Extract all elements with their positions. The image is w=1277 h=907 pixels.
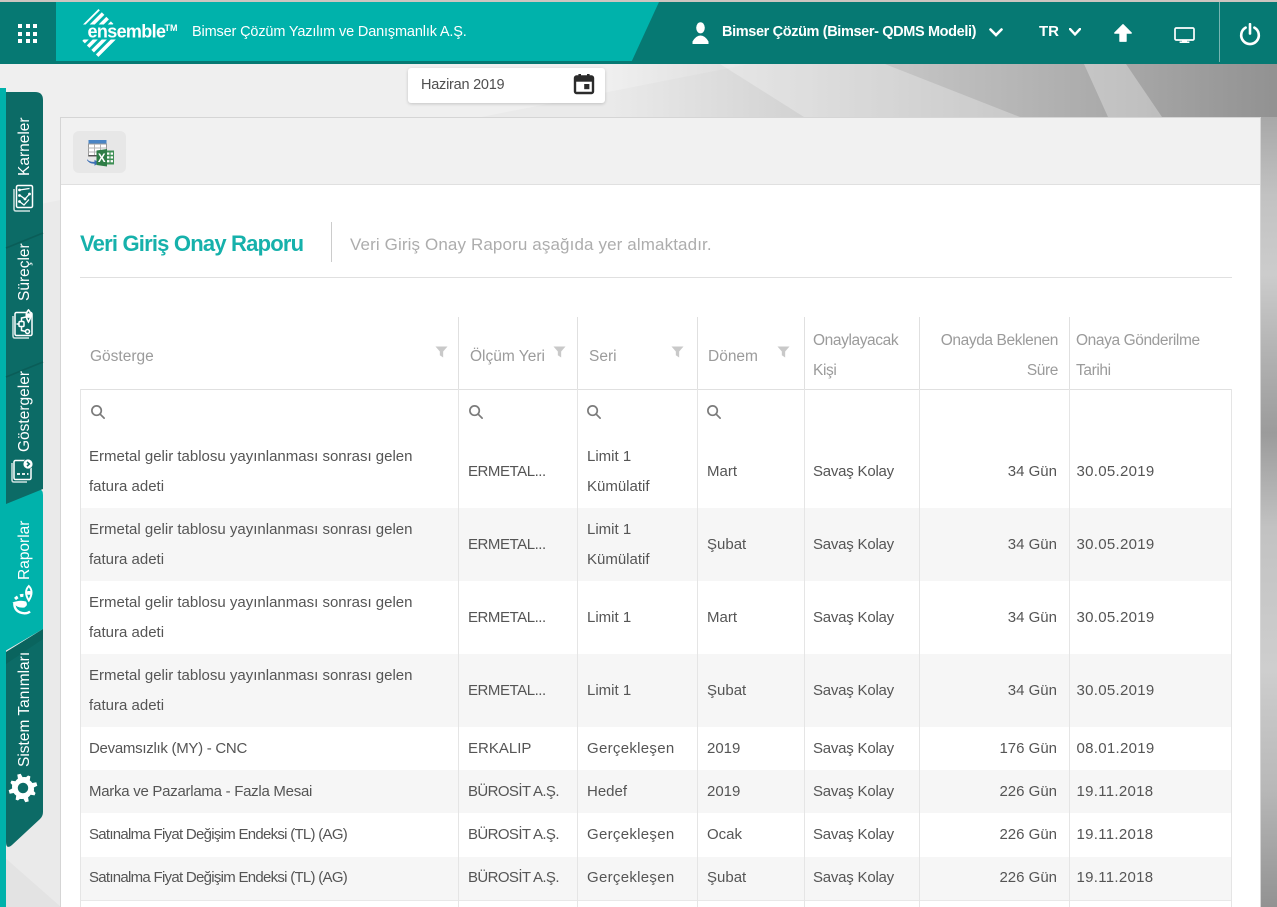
svg-text:Göstergeler: Göstergeler — [16, 371, 33, 452]
svg-text:Sistem Tanımları: Sistem Tanımları — [16, 652, 33, 767]
svg-text:Karneler: Karneler — [16, 117, 33, 176]
svg-text:TM: TM — [165, 23, 178, 33]
svg-text:ensemble: ensemble — [88, 22, 166, 42]
svg-text:Süreçler: Süreçler — [16, 243, 33, 301]
svg-text:Raporlar: Raporlar — [16, 521, 33, 580]
svg-text:X: X — [98, 153, 106, 165]
